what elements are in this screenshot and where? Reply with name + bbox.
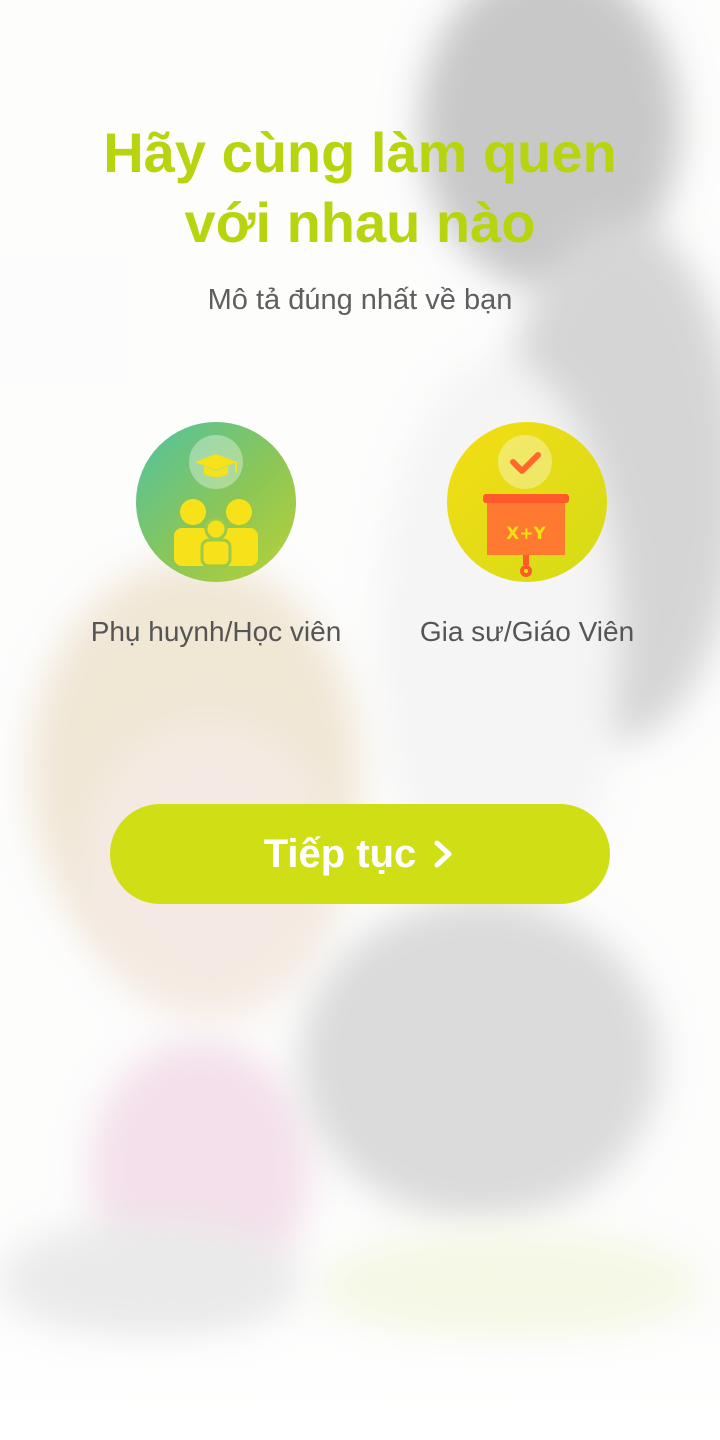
title-line-1: Hãy cùng làm quen	[103, 121, 617, 184]
role-option-parent-student[interactable]: Phụ huynh/Học viên	[66, 422, 366, 648]
title-line-2: với nhau nào	[184, 191, 536, 254]
page-title: Hãy cùng làm quen với nhau nào	[0, 118, 720, 258]
role-label-tutor-teacher: Gia sư/Giáo Viên	[419, 616, 635, 647]
chevron-right-icon	[434, 840, 452, 868]
family-graduation-icon	[136, 422, 296, 582]
continue-button[interactable]: Tiếp tục	[110, 804, 610, 904]
continue-button-label: Tiếp tục	[263, 831, 417, 876]
role-option-tutor-teacher[interactable]: X+Y Gia sư/Giáo Viên	[377, 422, 677, 648]
role-label-parent-student: Phụ huynh/Học viên	[90, 616, 342, 647]
subtitle: Mô tả đúng nhất về bạn	[207, 284, 513, 316]
teaching-board-icon: X+Y	[447, 422, 607, 582]
svg-text:X+Y: X+Y	[506, 524, 546, 544]
onboarding-screen: Hãy cùng làm quen với nhau nào Mô tả đún…	[0, 0, 720, 1440]
